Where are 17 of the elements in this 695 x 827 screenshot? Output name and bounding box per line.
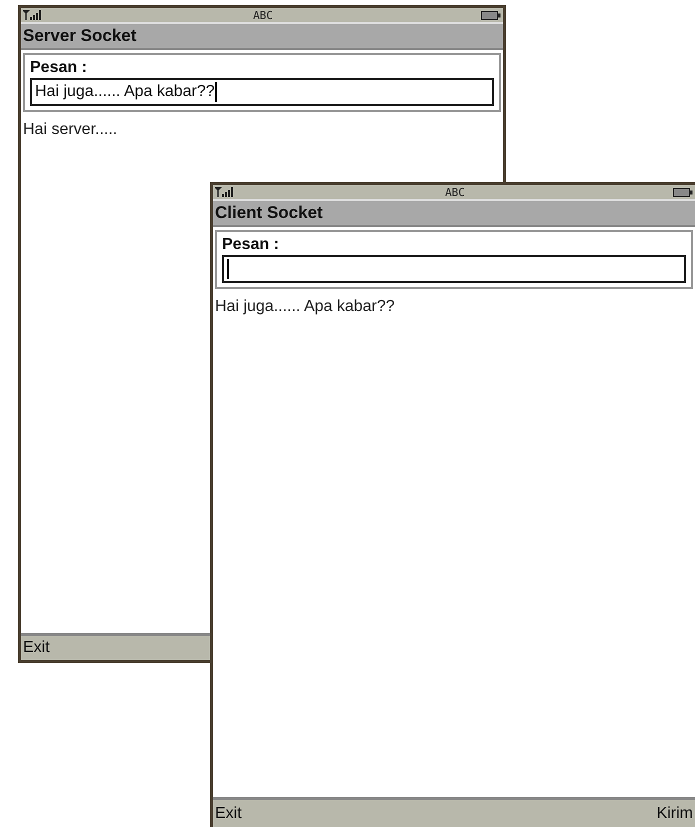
- input-mode: ABC: [444, 186, 466, 198]
- exit-softkey[interactable]: Exit: [213, 804, 244, 822]
- screen-title: Server Socket: [21, 24, 503, 50]
- battery-icon: [481, 10, 501, 20]
- screen-title: Client Socket: [213, 201, 695, 227]
- message-text: Hai juga...... Apa kabar??: [215, 297, 396, 317]
- message-field[interactable]: [222, 255, 686, 283]
- message-text: Hai server.....: [23, 120, 118, 140]
- exit-softkey[interactable]: Exit: [21, 639, 52, 657]
- input-mode: ABC: [252, 8, 274, 22]
- text-cursor: [214, 82, 217, 102]
- send-softkey[interactable]: Kirim: [654, 804, 695, 822]
- battery-icon: [673, 188, 693, 196]
- message-field[interactable]: Hai juga...... Apa kabar??: [30, 78, 494, 106]
- text-cursor: [227, 259, 229, 279]
- field-label: Pesan :: [222, 235, 280, 255]
- field-label: Pesan :: [30, 58, 88, 78]
